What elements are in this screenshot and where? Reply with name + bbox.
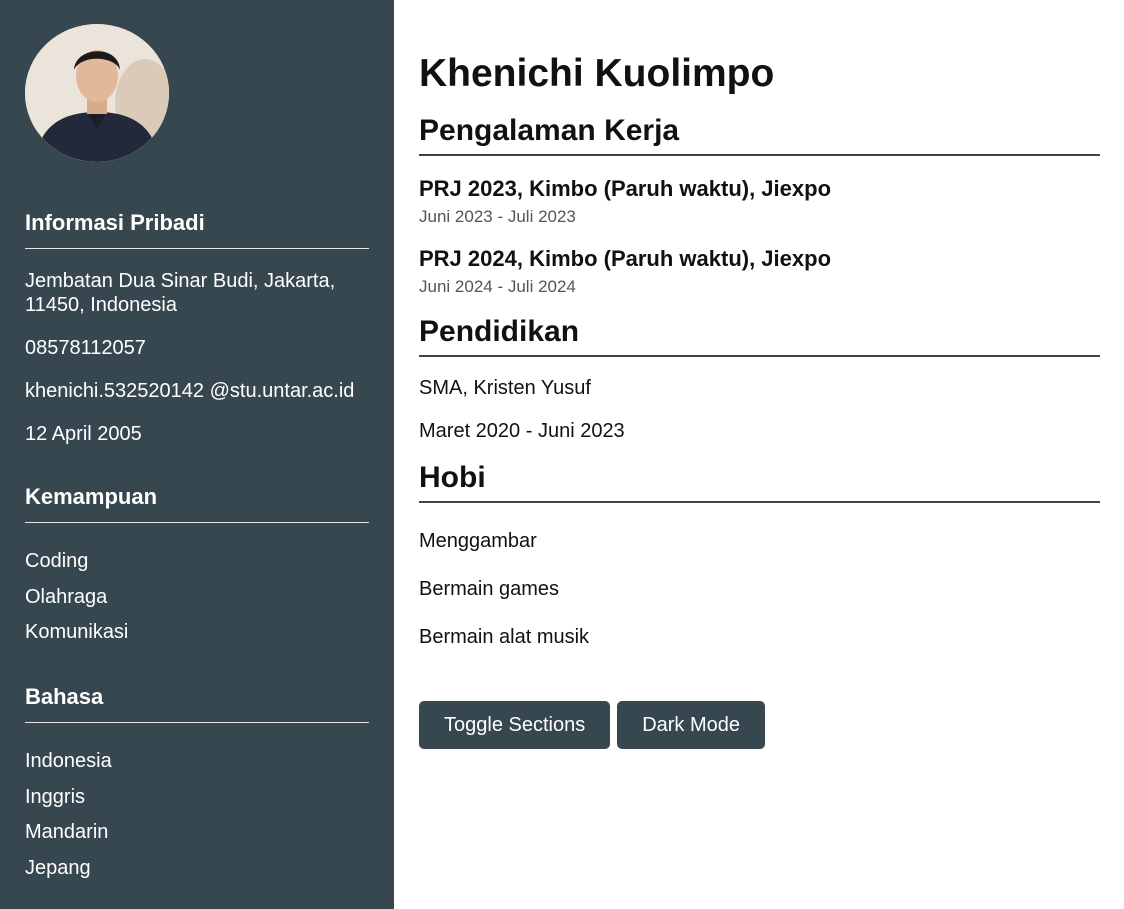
hobby-item: Menggambar (419, 530, 537, 552)
job-title: PRJ 2024, Kimbo (Paruh waktu), Jiexpo (419, 246, 832, 271)
language-item: Inggris (25, 785, 86, 808)
skills-section: Kemampuan Coding Olahraga Komunikasi (25, 484, 369, 644)
job-dates: Juni 2023 - Juli 2023 (419, 207, 576, 226)
skills-heading: Kemampuan (25, 484, 369, 523)
birthdate-text: 12 April 2005 (25, 423, 142, 445)
job-title: PRJ 2023, Kimbo (Paruh waktu), Jiexpo (419, 176, 832, 201)
languages-section: Bahasa Indonesia Inggris Mandarin Jepang (25, 684, 369, 880)
hobbies-heading: Hobi (419, 461, 1100, 503)
skill-item: Coding (25, 550, 89, 572)
education-heading: Pendidikan (419, 315, 1100, 357)
skill-item: Olahraga (25, 585, 108, 608)
experience-section: Pengalaman Kerja PRJ 2023, Kimbo (Paruh … (419, 114, 1100, 297)
address-text: Jembatan Dua Sinar Budi, Jakarta, 11450,… (25, 270, 336, 316)
action-buttons: Toggle Sections Dark Mode (419, 701, 1100, 749)
job-entry: PRJ 2023, Kimbo (Paruh waktu), Jiexpo Ju… (419, 176, 1100, 227)
language-item: Jepang (25, 856, 91, 879)
main-content: Khenichi Kuolimpo Pengalaman Kerja PRJ 2… (419, 0, 1100, 749)
dark-mode-button[interactable]: Dark Mode (617, 701, 766, 749)
languages-heading: Bahasa (25, 684, 369, 723)
personal-info-section: Informasi Pribadi Jembatan Dua Sinar Bud… (25, 210, 369, 446)
avatar (25, 24, 169, 162)
education-section: Pendidikan SMA, Kristen Yusuf Maret 2020… (419, 315, 1100, 443)
personal-info-heading: Informasi Pribadi (25, 210, 369, 249)
education-dates: Maret 2020 - Juni 2023 (419, 420, 625, 442)
language-item: Indonesia (25, 750, 112, 772)
job-entry: PRJ 2024, Kimbo (Paruh waktu), Jiexpo Ju… (419, 246, 1100, 297)
phone-text: 08578112057 (25, 337, 146, 359)
profile-photo (25, 24, 169, 162)
profile-name: Khenichi Kuolimpo (419, 52, 775, 95)
sidebar: Informasi Pribadi Jembatan Dua Sinar Bud… (0, 0, 394, 909)
job-dates: Juni 2024 - Juli 2024 (419, 277, 576, 296)
skill-item: Komunikasi (25, 621, 129, 643)
hobby-item: Bermain games (419, 578, 560, 600)
experience-heading: Pengalaman Kerja (419, 114, 1100, 156)
hobbies-section: Hobi Menggambar Bermain games Bermain al… (419, 461, 1100, 649)
toggle-sections-button[interactable]: Toggle Sections (419, 701, 611, 749)
email-text: khenichi.532520142 @stu.untar.ac.id (25, 380, 355, 402)
hobby-item: Bermain alat musik (419, 626, 590, 648)
school-text: SMA, Kristen Yusuf (419, 377, 591, 399)
language-item: Mandarin (25, 821, 109, 843)
